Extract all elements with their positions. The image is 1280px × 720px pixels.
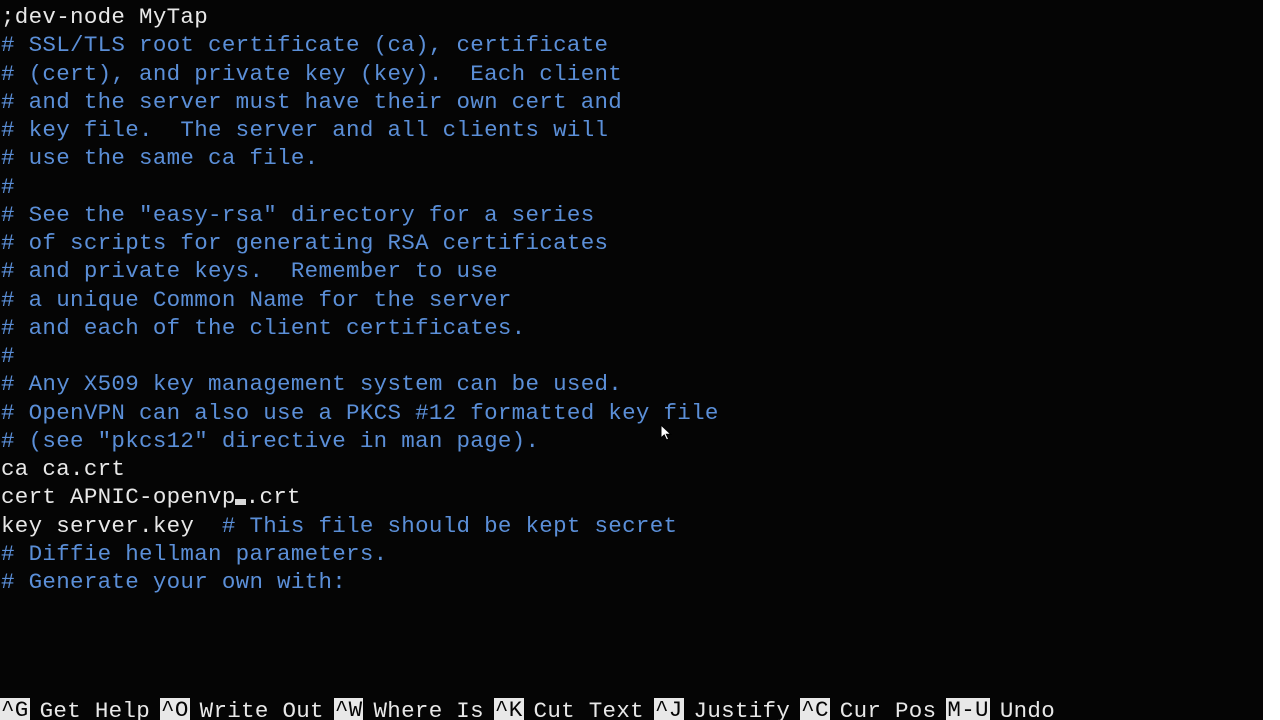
terminal-window: ;dev-node MyTap# SSL/TLS root certificat… — [0, 0, 1263, 720]
editor-line: # and the server must have their own cer… — [1, 88, 1263, 116]
editor-line: ca ca.crt — [1, 455, 1263, 483]
editor-line: # See the "easy-rsa" directory for a ser… — [1, 201, 1263, 229]
editor-line: # and each of the client certificates. — [1, 314, 1263, 342]
window-scroll-gutter — [1263, 0, 1280, 720]
shortcut-key: M-U — [946, 698, 989, 720]
editor-line: # key file. The server and all clients w… — [1, 116, 1263, 144]
editor-line: # OpenVPN can also use a PKCS #12 format… — [1, 399, 1263, 427]
comment-text: # OpenVPN can also use a PKCS #12 format… — [1, 400, 719, 426]
comment-text: # and each of the client certificates. — [1, 315, 525, 341]
shortcut-label: Justify — [684, 698, 801, 720]
comment-text: # This file should be kept secret — [222, 513, 677, 539]
editor-line: # (cert), and private key (key). Each cl… — [1, 60, 1263, 88]
editor-line: # — [1, 173, 1263, 201]
shortcut-item: M-UUndo — [946, 698, 1104, 720]
editor-line: # Generate your own with: — [1, 568, 1263, 596]
comment-text: # — [1, 174, 15, 200]
editor-line: # a unique Common Name for the server — [1, 286, 1263, 314]
comment-text: # SSL/TLS root certificate (ca), certifi… — [1, 32, 608, 58]
editor-line: # Any X509 key management system can be … — [1, 370, 1263, 398]
comment-text: # Any X509 key management system can be … — [1, 371, 622, 397]
shortcut-key: ^O — [160, 698, 190, 720]
shortcut-key: ^W — [334, 698, 364, 720]
shortcut-label: Cur Pos — [830, 698, 947, 720]
shortcut-label: Write Out — [190, 698, 334, 720]
comment-text: # and private keys. Remember to use — [1, 258, 498, 284]
comment-text: # key file. The server and all clients w… — [1, 117, 608, 143]
shortcut-label: Undo — [990, 698, 1105, 720]
shortcut-key: ^C — [800, 698, 830, 720]
shortcut-label: Get Help — [30, 698, 160, 720]
comment-text: # (see "pkcs12" directive in man page). — [1, 428, 539, 454]
comment-text: # (cert), and private key (key). Each cl… — [1, 61, 622, 87]
comment-text: # of scripts for generating RSA certific… — [1, 230, 608, 256]
comment-text: # and the server must have their own cer… — [1, 89, 622, 115]
shortcut-item: ^OWrite Out — [160, 698, 334, 720]
shortcut-key: ^K — [494, 698, 524, 720]
text-cursor — [235, 499, 246, 505]
shortcut-key: ^J — [654, 698, 684, 720]
comment-text: # a unique Common Name for the server — [1, 287, 512, 313]
editor-line: # (see "pkcs12" directive in man page). — [1, 427, 1263, 455]
comment-text: # See the "easy-rsa" directory for a ser… — [1, 202, 595, 228]
editor-line: # Diffie hellman parameters. — [1, 540, 1263, 568]
editor-line: cert APNIC-openvp .crt — [1, 483, 1263, 511]
comment-text: # — [1, 343, 15, 369]
editor-line: # — [1, 342, 1263, 370]
shortcut-item: ^WWhere Is — [334, 698, 494, 720]
shortcut-key: ^G — [0, 698, 30, 720]
shortcut-item: ^JJustify — [654, 698, 800, 720]
comment-text: # use the same ca file. — [1, 145, 318, 171]
editor-text-area[interactable]: ;dev-node MyTap# SSL/TLS root certificat… — [0, 0, 1263, 596]
editor-line: key server.key # This file should be kep… — [1, 512, 1263, 540]
code-text: key server.key — [1, 513, 222, 539]
editor-line: # and private keys. Remember to use — [1, 257, 1263, 285]
code-text: cert APNIC-openvp — [1, 484, 236, 510]
shortcut-item: ^KCut Text — [494, 698, 654, 720]
editor-line: # of scripts for generating RSA certific… — [1, 229, 1263, 257]
editor-line: ;dev-node MyTap — [1, 3, 1263, 31]
shortcut-item: ^GGet Help — [0, 698, 160, 720]
comment-text: # Generate your own with: — [1, 569, 346, 595]
code-text: .crt — [246, 484, 301, 510]
shortcut-label: Where Is — [363, 698, 493, 720]
shortcut-item: ^CCur Pos — [800, 698, 946, 720]
editor-line: # SSL/TLS root certificate (ca), certifi… — [1, 31, 1263, 59]
comment-text: # Diffie hellman parameters. — [1, 541, 387, 567]
nano-shortcut-bar: ^GGet Help^OWrite Out^WWhere Is^KCut Tex… — [0, 698, 1263, 720]
shortcut-label: Cut Text — [524, 698, 654, 720]
editor-line: # use the same ca file. — [1, 144, 1263, 172]
